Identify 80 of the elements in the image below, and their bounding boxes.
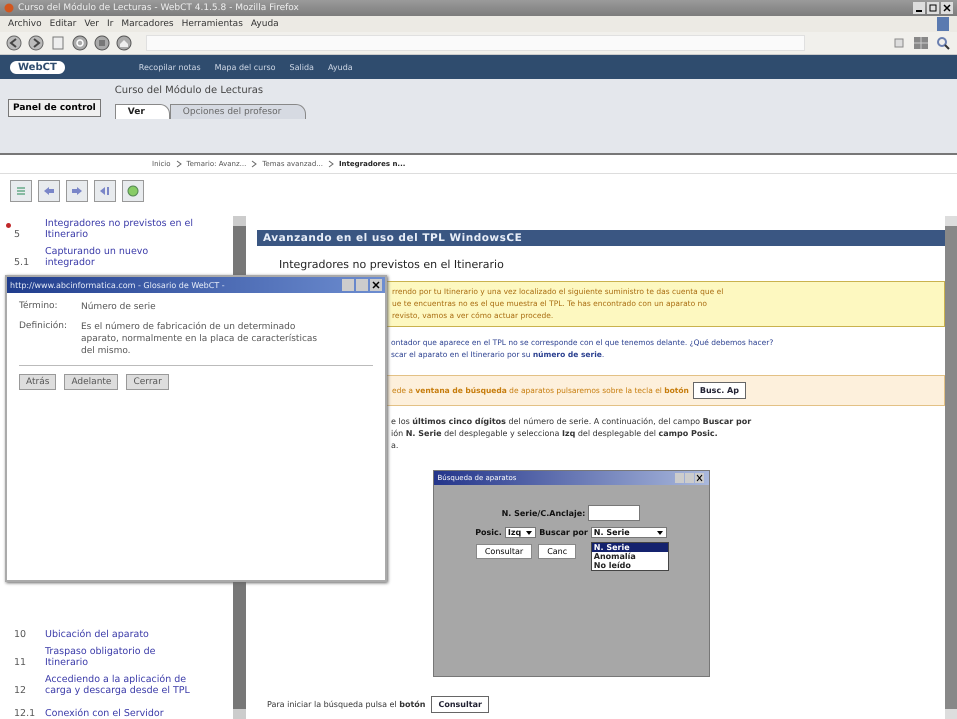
nav-link[interactable]: Mapa del curso [214,62,276,72]
window-buttons-icon[interactable] [342,279,382,291]
section-heading: Avanzando en el uso del TPL WindowsCE [257,230,945,246]
menu-item[interactable]: Archivo [8,19,42,29]
arrow-end-icon[interactable] [94,180,116,202]
popup-button[interactable]: Cerrar [126,374,169,390]
scrollbar[interactable] [945,216,957,719]
arrow-left-icon[interactable] [38,180,60,202]
forward-icon[interactable] [28,35,44,51]
paragraph-text: ión N. Serie del desplegable y selecciona Izq del desplegable del campo Posic. [391,428,719,440]
item-number: 10 [14,629,28,640]
dropdown-option[interactable]: Anomalía [592,552,668,561]
paragraph-text: a. [391,440,400,452]
dropdown-arrow-icon[interactable] [656,528,664,536]
search-by-select[interactable]: N. Serie [590,527,667,538]
item-number: 12.1 [14,708,36,719]
field-label: Posic. [475,528,502,537]
dialog-button[interactable]: Canc [538,544,576,559]
term-label: Término: [19,301,59,313]
window-buttons-icon [674,473,704,483]
address-field[interactable] [146,35,805,51]
term-text: Número de serie [81,301,157,313]
toc-link[interactable]: Integradores no previstos en el Itinerario [39,218,195,240]
toc-link[interactable]: Capturando un nuevo integrador [39,246,195,268]
item-number: 12 [14,685,28,696]
item-number: 5.1 [14,257,30,268]
nav-link[interactable]: Recopilar notas [138,62,201,72]
dropdown-option[interactable]: N. Serie [592,543,668,552]
page-icon[interactable] [50,35,66,51]
item-number: 5 [14,229,22,240]
chevron-icon [251,160,258,168]
toc-link[interactable]: Traspaso obligatorio de Itinerario [39,646,195,668]
toc-link[interactable]: Ubicación del aparato [39,629,195,640]
menu-item[interactable]: Editar [50,19,76,29]
definition-text: Es el número de fabricación de un determinado aparato, normalmente en la placa de características del mismo. [81,321,318,357]
search-device-button[interactable]: Busc. Ap [692,382,746,399]
maximize-icon[interactable] [927,2,939,14]
instruction-text: Para iniciar la búsqueda pulsa el botón [267,700,426,709]
search-icon[interactable] [935,35,951,51]
back-icon[interactable] [6,35,22,51]
popup-title: http://www.abcinformatica.com - Glosario de WebCT - [10,280,225,290]
definition-label: Definición: [19,321,68,333]
menu-item[interactable]: Marcadores [121,19,174,29]
popup-button[interactable]: Atrás [19,374,56,390]
serial-field[interactable] [588,505,640,521]
course-title: Curso del Módulo de Lecturas [114,85,264,96]
menu-item[interactable]: Ver [84,19,100,29]
logo: WebCT [10,60,65,74]
dialog-button[interactable]: Consultar [476,544,532,559]
nav-link[interactable]: Salida [290,62,314,72]
window-title: Curso del Módulo de Lecturas - WebCT 4.1.5.8 - Mozilla Firefox [18,3,300,13]
toc-link[interactable]: Conexión con el Servidor [39,708,195,719]
toc-link[interactable]: Accediendo a la aplicación de carga y descarga desde el TPL [39,674,195,696]
menu-item[interactable]: Herramientas [182,19,243,29]
position-select[interactable]: Izq [504,527,536,538]
chevron-icon [176,160,182,168]
menu-item[interactable]: Ayuda [250,19,279,29]
minimize-icon[interactable] [913,2,925,14]
dropdown-option[interactable]: No leído [592,561,668,570]
field-label: N. Serie/C.Anclaje: [502,508,586,518]
stop-icon[interactable] [94,35,110,51]
tab[interactable]: Opciones del profesor [170,104,306,119]
control-panel-button[interactable]: Panel de control [8,99,101,117]
nav-link[interactable]: Ayuda [328,62,353,72]
arrow-right-icon[interactable] [66,180,88,202]
paragraph-text: e los últimos cinco dígitos del número de serie. A continuación, del campo Buscar por [391,416,752,428]
query-button[interactable]: Consultar [431,696,489,713]
menu-item[interactable]: Ir [107,19,114,29]
dropdown-arrow-icon[interactable] [525,528,534,536]
browser-icon [4,3,14,13]
item-number: 11 [14,657,28,668]
page-heading: Integradores no previstos en el Itinerario [279,258,505,271]
grid-icon[interactable] [913,35,929,51]
close-icon[interactable] [941,2,953,14]
reload-icon[interactable] [72,35,88,51]
tab[interactable]: Ver [114,104,170,119]
field-label: Buscar por [539,528,588,537]
popup-button[interactable]: Adelante [64,374,118,390]
home-icon[interactable] [116,35,132,51]
chevron-icon [328,160,334,168]
